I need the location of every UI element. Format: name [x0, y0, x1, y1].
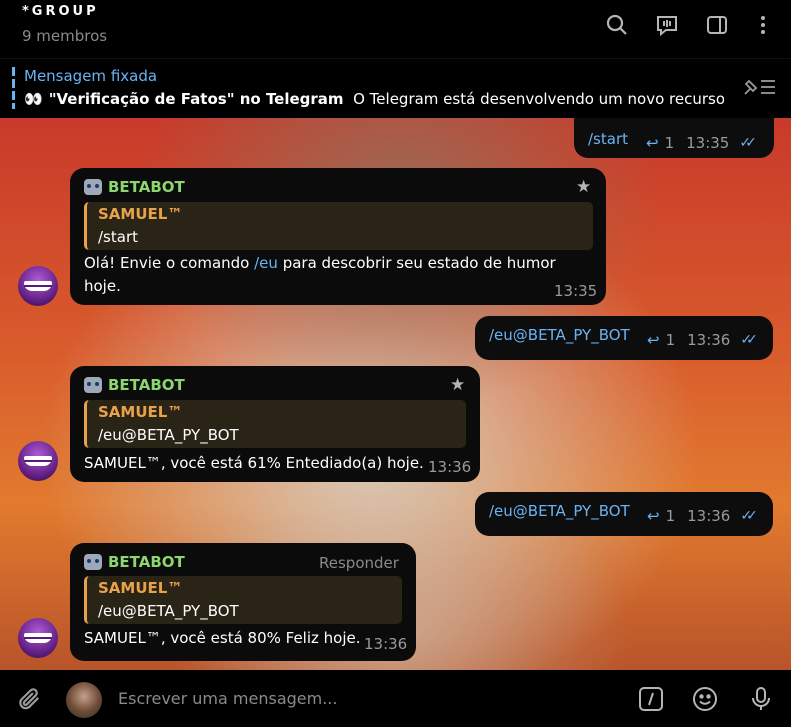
microphone-icon[interactable]: [746, 684, 776, 714]
bot-avatar[interactable]: [18, 618, 58, 658]
reply-count: 1: [665, 507, 676, 525]
pinned-bold-text: "Verificação de Fatos" no Telegram: [48, 90, 344, 108]
quote-text: /eu@BETA_PY_BOT: [98, 426, 239, 444]
message-meta: ↩ 1 13:36 ✓✓: [647, 331, 758, 349]
attach-icon[interactable]: [16, 686, 42, 712]
replies-icon[interactable]: ↩: [647, 507, 660, 525]
sender-label: BETABOT: [108, 553, 185, 571]
pinned-body: O Telegram está desenvolvendo um novo re…: [353, 90, 724, 108]
sender-label: BETABOT: [108, 178, 185, 196]
message-composer: [0, 670, 791, 727]
replies-icon[interactable]: ↩: [646, 134, 659, 152]
message-input[interactable]: [118, 684, 598, 712]
message-time: 13:36: [687, 507, 731, 525]
chat-header: *GROUP 9 membros: [0, 0, 791, 58]
message-time: 13:36: [687, 331, 731, 349]
reply-quote[interactable]: SAMUEL™ /eu@BETA_PY_BOT: [84, 400, 466, 448]
bot-avatar[interactable]: [18, 266, 58, 306]
message-outgoing[interactable]: /eu@BETA_PY_BOT ↩ 1 13:36 ✓✓: [475, 492, 773, 536]
chat-wallpaper[interactable]: /start ↩ 1 13:35 ✓✓ BETABOT ★ SAMUEL™ /s…: [0, 118, 791, 670]
reply-quote[interactable]: SAMUEL™ /start: [84, 202, 593, 250]
message-incoming[interactable]: BETABOT ★ SAMUEL™ /start Olá! Envie o co…: [70, 168, 606, 305]
sender-name[interactable]: BETABOT: [84, 178, 185, 196]
pinned-indicator: [12, 67, 15, 109]
pinned-text: 👀 "Verificação de Fatos" no Telegram O Te…: [24, 90, 724, 108]
pinned-label: Mensagem fixada: [24, 67, 158, 85]
member-count[interactable]: 9 membros: [22, 27, 107, 45]
message-time: 13:36: [428, 458, 472, 476]
read-checks-icon: ✓✓: [740, 332, 758, 348]
quote-text: /start: [98, 228, 138, 246]
quote-sender: SAMUEL™: [98, 205, 183, 223]
message-meta: ↩ 1 13:36 ✓✓: [647, 507, 758, 525]
star-icon[interactable]: ★: [576, 177, 591, 197]
quote-text: /eu@BETA_PY_BOT: [98, 602, 239, 620]
quote-sender: SAMUEL™: [98, 403, 183, 421]
chat-title[interactable]: *GROUP: [22, 4, 99, 19]
message-time: 13:35: [686, 134, 730, 152]
reply-quote[interactable]: SAMUEL™ /eu@BETA_PY_BOT: [84, 576, 402, 624]
robot-icon: [84, 554, 102, 570]
reply-count: 1: [664, 134, 675, 152]
read-checks-icon: ✓✓: [739, 135, 757, 151]
search-icon[interactable]: [604, 12, 630, 38]
message-incoming[interactable]: BETABOT ★ SAMUEL™ /eu@BETA_PY_BOT SAMUEL…: [70, 366, 480, 482]
message-command[interactable]: /start: [588, 130, 628, 148]
message-incoming[interactable]: BETABOT Responder SAMUEL™ /eu@BETA_PY_BO…: [70, 543, 416, 661]
eyes-emoji: 👀: [24, 90, 43, 108]
text-part: hoje.: [84, 277, 121, 295]
text-part: Olá! Envie o comando: [84, 254, 255, 272]
bot-commands-icon[interactable]: [636, 684, 666, 714]
emoji-icon[interactable]: [690, 684, 720, 714]
message-command[interactable]: /eu@BETA_PY_BOT: [489, 326, 630, 344]
reply-count: 1: [665, 331, 676, 349]
message-meta: ↩ 1 13:35 ✓✓: [646, 134, 757, 152]
message-text: SAMUEL™, você está 61% Entediado(a) hoje…: [84, 454, 424, 472]
send-as-avatar[interactable]: [66, 682, 102, 718]
unpin-list-icon[interactable]: [741, 76, 777, 98]
message-text: SAMUEL™, você está 80% Feliz hoje.: [84, 629, 361, 647]
more-vertical-icon[interactable]: [750, 12, 776, 38]
sidebar-toggle-icon[interactable]: [704, 12, 730, 38]
message-time: 13:36: [364, 635, 408, 653]
star-icon[interactable]: ★: [450, 375, 465, 395]
pinned-message[interactable]: Mensagem fixada 👀 "Verificação de Fatos" …: [0, 58, 791, 118]
message-time: 13:35: [554, 282, 598, 300]
robot-icon: [84, 179, 102, 195]
quote-sender: SAMUEL™: [98, 579, 183, 597]
command-link[interactable]: /eu: [254, 254, 278, 272]
message-outgoing[interactable]: /start ↩ 1 13:35 ✓✓: [574, 118, 774, 158]
robot-icon: [84, 377, 102, 393]
video-chat-icon[interactable]: [654, 12, 680, 38]
bot-avatar[interactable]: [18, 441, 58, 481]
sender-name[interactable]: BETABOT: [84, 553, 185, 571]
message-outgoing[interactable]: /eu@BETA_PY_BOT ↩ 1 13:36 ✓✓: [475, 316, 773, 360]
read-checks-icon: ✓✓: [740, 508, 758, 524]
message-command[interactable]: /eu@BETA_PY_BOT: [489, 502, 630, 520]
sender-label: BETABOT: [108, 376, 185, 394]
sender-name[interactable]: BETABOT: [84, 376, 185, 394]
message-text: Olá! Envie o comando /eu para descobrir …: [84, 252, 584, 298]
text-part: para descobrir seu estado de humor: [277, 254, 556, 272]
reply-button[interactable]: Responder: [319, 554, 399, 572]
replies-icon[interactable]: ↩: [647, 331, 660, 349]
